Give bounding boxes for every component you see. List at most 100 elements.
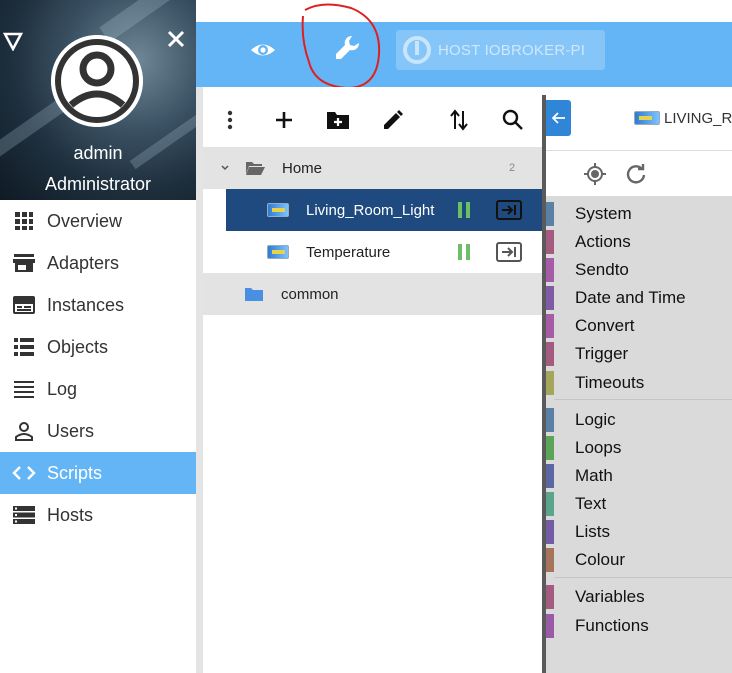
nav-item-users[interactable]: Users — [0, 410, 196, 452]
list-icon — [12, 335, 36, 359]
panel-gutter — [196, 87, 203, 673]
nav-item-adapters[interactable]: Adapters — [0, 242, 196, 284]
search-icon[interactable] — [498, 105, 528, 135]
category-label: Sendto — [575, 260, 629, 279]
category-label: Math — [575, 466, 613, 485]
category-color — [546, 408, 554, 432]
host-label: HOST IOBROKER-PI — [438, 41, 586, 59]
nav-label: Adapters — [47, 252, 120, 273]
pause-icon[interactable] — [457, 244, 471, 260]
tree-folder-home[interactable]: Home 2 — [203, 147, 542, 189]
category-label: Trigger — [575, 344, 629, 363]
store-icon — [12, 251, 36, 275]
nav-item-overview[interactable]: Overview — [0, 200, 196, 242]
category-label: Timeouts — [575, 373, 645, 392]
nav-label: Objects — [47, 336, 109, 357]
person-icon — [12, 419, 36, 443]
back-arrow-icon[interactable] — [546, 100, 571, 136]
folder-open-icon — [245, 160, 265, 176]
tree-folder-common[interactable]: common — [203, 273, 542, 315]
iobroker-logo-icon[interactable] — [2, 31, 24, 55]
category-logic[interactable]: Logic — [546, 406, 732, 434]
category-color — [546, 314, 554, 338]
nav-label: Instances — [47, 294, 125, 315]
avatar[interactable] — [51, 35, 143, 127]
eye-icon[interactable] — [250, 37, 276, 63]
script-label: Living_Room_Light — [306, 201, 435, 219]
category-label: System — [575, 204, 632, 223]
more-vert-icon[interactable] — [215, 105, 245, 135]
category-color — [546, 342, 554, 366]
pause-icon[interactable] — [457, 202, 471, 218]
category-color — [546, 286, 554, 310]
nav-item-hosts[interactable]: Hosts — [0, 494, 196, 536]
nav-label: Overview — [47, 210, 123, 231]
category-sendto[interactable]: Sendto — [546, 256, 732, 284]
category-color — [546, 258, 554, 282]
tab-label: LIVING_R — [664, 109, 732, 127]
script-label: Temperature — [306, 243, 391, 261]
export-icon[interactable] — [496, 242, 522, 262]
host-selector-button[interactable]: HOST IOBROKER-PI — [396, 30, 605, 70]
user-name: admin — [73, 143, 123, 163]
category-convert[interactable]: Convert — [546, 312, 732, 340]
category-color — [546, 585, 554, 609]
refresh-icon[interactable] — [625, 163, 647, 190]
category-label: Convert — [575, 316, 635, 335]
category-color — [546, 371, 554, 395]
category-label: Functions — [575, 616, 649, 635]
navigation-drawer: admin Administrator Overview Adapters In… — [0, 0, 196, 673]
script-item-temperature[interactable]: Temperature — [226, 231, 542, 273]
grid-icon — [12, 209, 36, 233]
category-actions[interactable]: Actions — [546, 228, 732, 256]
category-system[interactable]: System — [546, 200, 732, 228]
category-variables[interactable]: Variables — [546, 583, 732, 611]
nav-item-objects[interactable]: Objects — [0, 326, 196, 368]
folder-count: 2 — [509, 162, 516, 174]
add-folder-icon[interactable] — [323, 105, 353, 135]
category-label: Actions — [575, 232, 631, 251]
code-icon — [12, 461, 36, 485]
category-color — [546, 436, 554, 460]
nav-item-instances[interactable]: Instances — [0, 284, 196, 326]
blockly-script-icon — [634, 111, 660, 125]
nav-item-scripts[interactable]: Scripts — [0, 452, 196, 494]
category-date-and-time[interactable]: Date and Time — [546, 284, 732, 312]
category-color — [546, 520, 554, 544]
category-trigger[interactable]: Trigger — [546, 340, 732, 368]
nav-label: Users — [47, 420, 95, 441]
nav-item-log[interactable]: Log — [0, 368, 196, 410]
category-color — [546, 548, 554, 572]
category-label: Colour — [575, 550, 626, 569]
category-color — [546, 492, 554, 516]
chevron-down-icon[interactable] — [220, 164, 230, 172]
center-target-icon[interactable] — [583, 162, 607, 191]
category-color — [546, 202, 554, 226]
nav-label: Scripts — [47, 462, 103, 483]
annotation-circle — [301, 3, 381, 90]
folder-label: common — [281, 285, 339, 303]
folder-icon — [244, 286, 264, 302]
top-margin — [196, 0, 732, 22]
category-loops[interactable]: Loops — [546, 434, 732, 462]
category-timeouts[interactable]: Timeouts — [546, 369, 732, 397]
category-lists[interactable]: Lists — [546, 518, 732, 546]
category-label: Text — [575, 494, 607, 513]
category-colour[interactable]: Colour — [546, 546, 732, 574]
category-label: Logic — [575, 410, 616, 429]
edit-icon[interactable] — [378, 105, 408, 135]
category-functions[interactable]: Functions — [546, 612, 732, 640]
category-label: Loops — [575, 438, 622, 457]
export-icon[interactable] — [496, 200, 522, 220]
category-text[interactable]: Text — [546, 490, 732, 518]
tab-living-room-light[interactable]: LIVING_R — [634, 106, 732, 130]
category-label: Date and Time — [575, 288, 686, 307]
category-separator — [554, 577, 732, 578]
category-color — [546, 464, 554, 488]
instances-icon — [12, 293, 36, 317]
sort-icon[interactable] — [444, 105, 474, 135]
add-icon[interactable] — [269, 105, 299, 135]
close-icon[interactable] — [164, 28, 188, 52]
category-math[interactable]: Math — [546, 462, 732, 490]
script-item-living-room-light[interactable]: Living_Room_Light — [226, 189, 542, 231]
